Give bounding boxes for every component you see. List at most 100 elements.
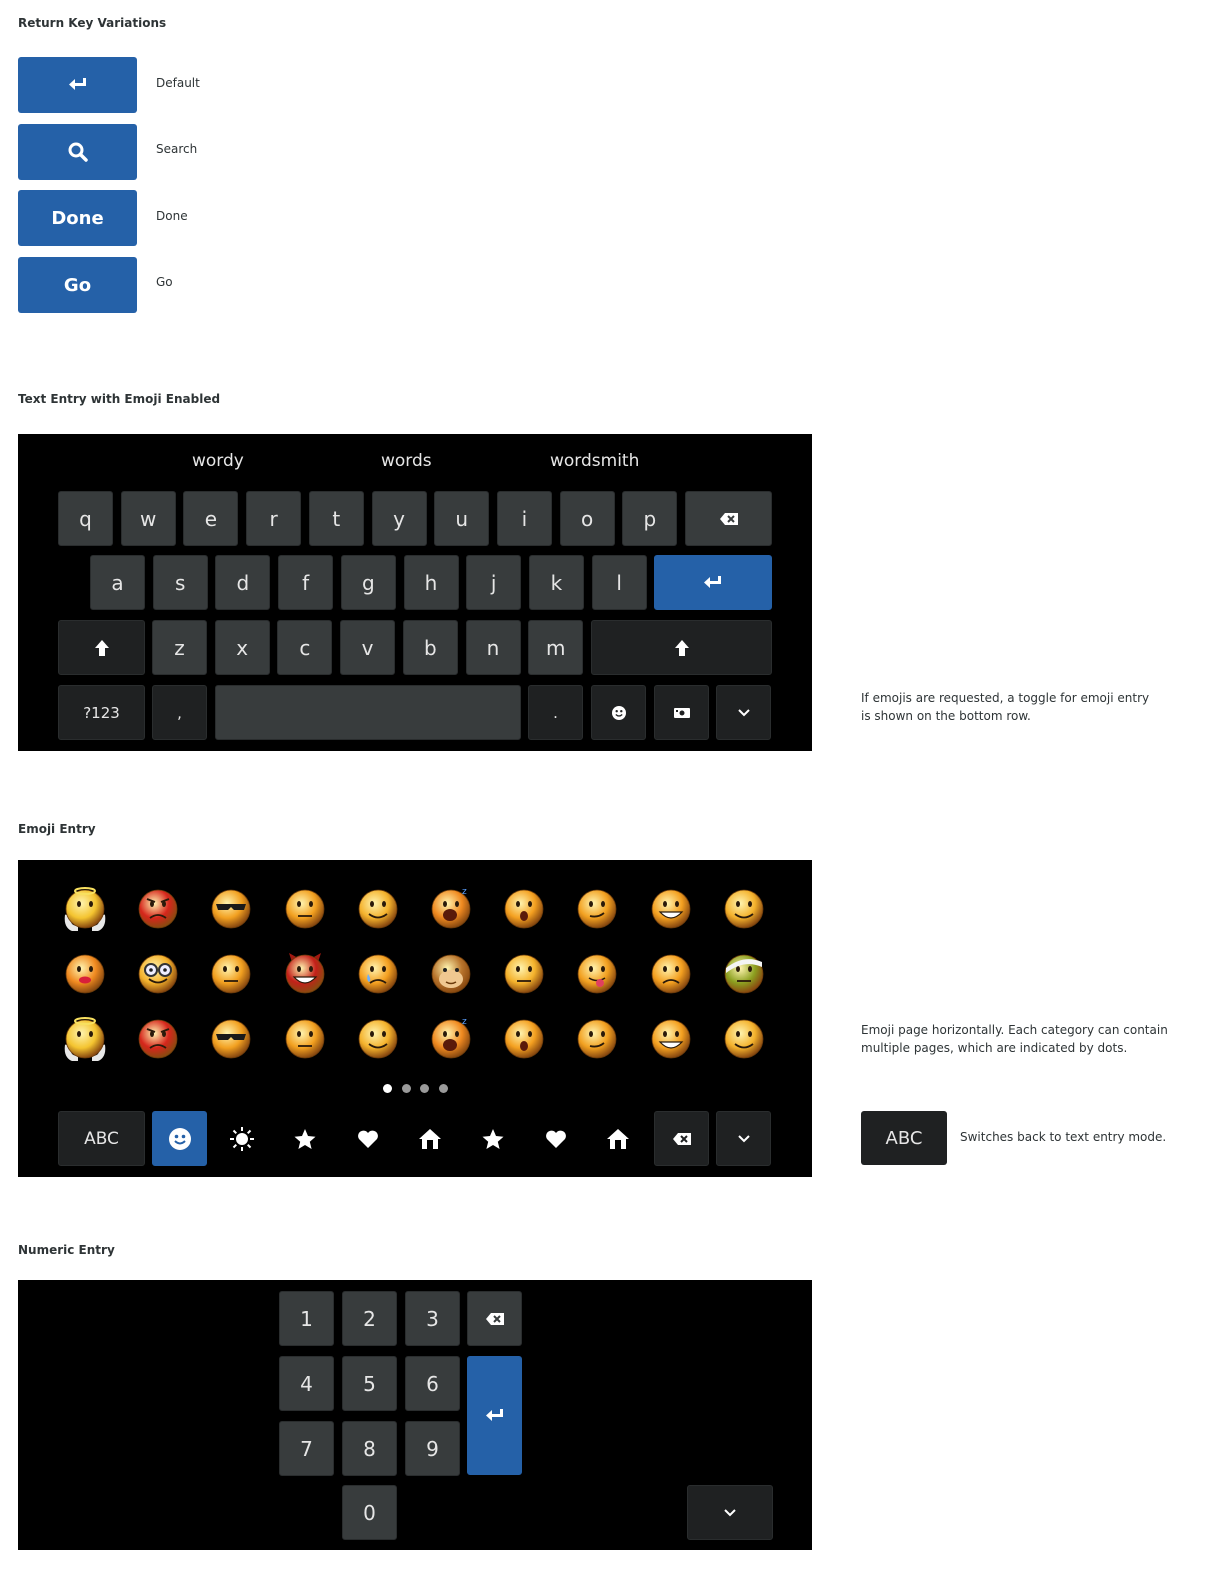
smirk-emoji[interactable]: [574, 885, 620, 931]
emoji-category-home[interactable]: [403, 1111, 458, 1166]
digit-key-3[interactable]: 3: [405, 1291, 460, 1346]
key-w[interactable]: w: [120, 491, 176, 546]
digit-key-7[interactable]: 7: [279, 1421, 334, 1476]
key-h[interactable]: h: [403, 555, 459, 610]
kiss-emoji[interactable]: [62, 950, 108, 996]
happy-emoji[interactable]: [721, 885, 767, 931]
key-c[interactable]: c: [277, 620, 333, 675]
period-key[interactable]: .: [528, 685, 583, 740]
suggestion-1[interactable]: wordy: [192, 451, 244, 471]
abc-key[interactable]: ABC: [58, 1111, 145, 1166]
grin-emoji[interactable]: [648, 885, 694, 931]
key-s[interactable]: s: [152, 555, 208, 610]
angry-emoji[interactable]: [135, 1015, 181, 1061]
worried-emoji[interactable]: [282, 1015, 328, 1061]
cool-emoji[interactable]: [208, 1015, 254, 1061]
key-b[interactable]: b: [402, 620, 458, 675]
crying-emoji[interactable]: [355, 950, 401, 996]
key-t[interactable]: t: [308, 491, 364, 546]
page-indicator-dot[interactable]: [401, 1084, 411, 1093]
backspace-key[interactable]: [685, 491, 772, 546]
emoji-category-heart[interactable]: [340, 1111, 395, 1166]
digit-key-4[interactable]: 4: [279, 1356, 334, 1411]
key-v[interactable]: v: [340, 620, 396, 675]
key-u[interactable]: u: [434, 491, 490, 546]
numbers-key[interactable]: ?123: [58, 685, 145, 740]
key-e[interactable]: e: [183, 491, 239, 546]
language-key[interactable]: [654, 685, 709, 740]
key-f[interactable]: f: [278, 555, 334, 610]
smile-emoji[interactable]: [355, 1015, 401, 1061]
emoji-toggle-key[interactable]: [591, 685, 646, 740]
angel-emoji[interactable]: [62, 885, 108, 931]
key-m[interactable]: m: [528, 620, 584, 675]
page-indicator-dot[interactable]: [438, 1084, 448, 1093]
angel-emoji[interactable]: [62, 1015, 108, 1061]
key-a[interactable]: a: [90, 555, 145, 610]
worried-emoji[interactable]: [282, 885, 328, 931]
digit-key-5[interactable]: 5: [342, 1356, 397, 1411]
key-y[interactable]: y: [371, 491, 427, 546]
emoji-category-star[interactable]: [466, 1111, 521, 1166]
numeric-return-key[interactable]: [467, 1356, 522, 1475]
key-n[interactable]: n: [465, 620, 521, 675]
return-key[interactable]: [654, 555, 772, 610]
key-z[interactable]: z: [152, 620, 207, 675]
numeric-hide-keyboard-key[interactable]: [687, 1485, 773, 1540]
digit-key-0[interactable]: 0: [342, 1485, 397, 1540]
key-j[interactable]: j: [466, 555, 522, 610]
key-x[interactable]: x: [214, 620, 270, 675]
digit-key-6[interactable]: 6: [405, 1356, 460, 1411]
emoji-backspace-key[interactable]: [654, 1111, 709, 1166]
return-key-search[interactable]: [18, 124, 137, 180]
sad-emoji[interactable]: [648, 950, 694, 996]
key-o[interactable]: o: [559, 491, 615, 546]
key-g[interactable]: g: [340, 555, 396, 610]
page-indicator-dot[interactable]: [420, 1084, 429, 1093]
emoji-category-heart[interactable]: [528, 1111, 583, 1166]
key-p[interactable]: p: [622, 491, 678, 546]
emoji-category-home[interactable]: [591, 1111, 646, 1166]
monkey-emoji[interactable]: [428, 950, 474, 996]
emoji-category-smiley[interactable]: [152, 1111, 207, 1166]
sick-emoji[interactable]: [721, 950, 767, 996]
key-d[interactable]: d: [215, 555, 271, 610]
return-key-done[interactable]: Done: [18, 190, 137, 246]
return-key-go[interactable]: Go: [18, 257, 137, 313]
key-k[interactable]: k: [528, 555, 584, 610]
key-l[interactable]: l: [591, 555, 647, 610]
space-key[interactable]: [215, 685, 521, 740]
devil-emoji[interactable]: [282, 950, 328, 996]
angry-emoji[interactable]: [135, 885, 181, 931]
digit-key-9[interactable]: 9: [405, 1421, 460, 1476]
smirk-emoji[interactable]: [574, 1015, 620, 1061]
neutral-emoji[interactable]: [501, 950, 547, 996]
key-r[interactable]: r: [246, 491, 302, 546]
emoji-category-star[interactable]: [277, 1111, 332, 1166]
shift-key-left[interactable]: [58, 620, 145, 675]
emoji-hide-keyboard-key[interactable]: [716, 1111, 771, 1166]
suggestion-3[interactable]: wordsmith: [550, 451, 639, 471]
surprised-emoji[interactable]: [501, 885, 547, 931]
return-key-default[interactable]: [18, 57, 137, 113]
sleepy-emoji[interactable]: z: [428, 1015, 474, 1061]
tongue-emoji[interactable]: [574, 950, 620, 996]
page-indicator-dot[interactable]: [383, 1084, 392, 1093]
grin-emoji[interactable]: [648, 1015, 694, 1061]
nerd-emoji[interactable]: [135, 950, 181, 996]
emoji-category-sun[interactable]: [215, 1111, 270, 1166]
smile-emoji[interactable]: [355, 885, 401, 931]
confused-emoji[interactable]: [208, 950, 254, 996]
digit-key-2[interactable]: 2: [342, 1291, 397, 1346]
digit-key-1[interactable]: 1: [279, 1291, 334, 1346]
hide-keyboard-key[interactable]: [716, 685, 771, 740]
comma-key[interactable]: ,: [152, 685, 207, 740]
cool-emoji[interactable]: [208, 885, 254, 931]
shift-key-right[interactable]: [591, 620, 772, 675]
numeric-backspace-key[interactable]: [467, 1291, 522, 1346]
suggestion-2[interactable]: words: [381, 451, 432, 471]
happy-emoji[interactable]: [721, 1015, 767, 1061]
key-i[interactable]: i: [496, 491, 552, 546]
sleepy-emoji[interactable]: z: [428, 885, 474, 931]
digit-key-8[interactable]: 8: [342, 1421, 397, 1476]
